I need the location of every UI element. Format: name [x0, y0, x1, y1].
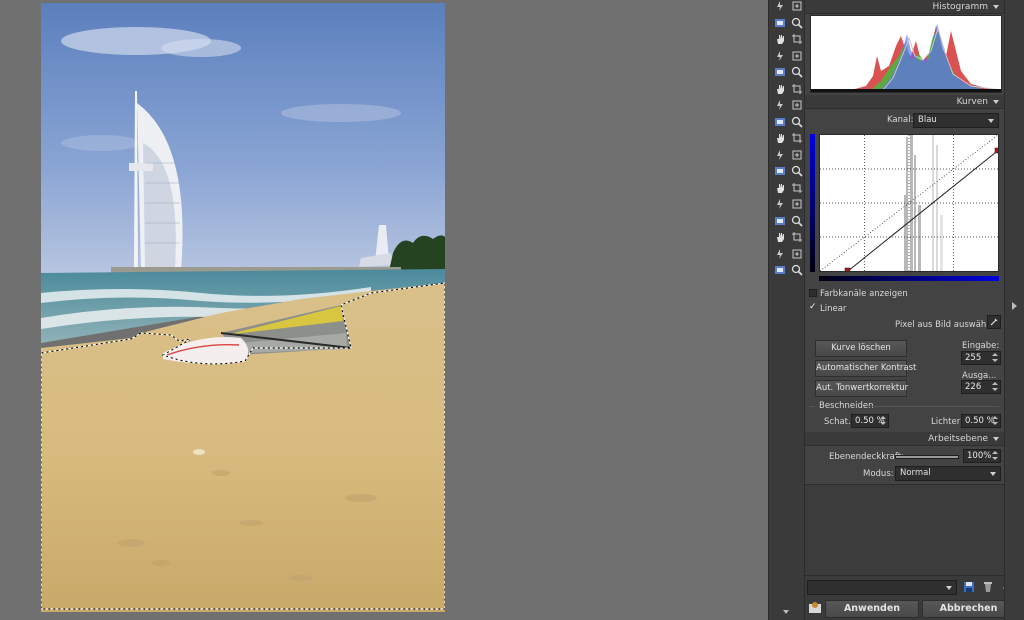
chevron-down-icon: [993, 4, 999, 9]
preset-select[interactable]: [807, 580, 957, 595]
input-label: Eingabe:: [962, 341, 1000, 351]
panel-collapse-strip[interactable]: [1004, 0, 1024, 620]
shadows-spinner[interactable]: 0.50 %: [851, 414, 889, 428]
gradient-icon[interactable]: [791, 248, 803, 260]
input-value: 255: [965, 353, 982, 363]
rotate-icon[interactable]: [791, 83, 803, 95]
opacity-value: 100%: [967, 451, 992, 461]
person-icon[interactable]: [774, 99, 786, 111]
panel-empty-area: [805, 484, 1005, 575]
histogram-title: Histogramm: [932, 2, 988, 12]
eyedropper-button[interactable]: [987, 315, 1001, 329]
smudge-icon[interactable]: [774, 149, 786, 161]
hand-icon[interactable]: [774, 33, 786, 45]
shape-icon[interactable]: [791, 231, 803, 243]
chevron-down-icon: [988, 119, 994, 123]
pen-icon[interactable]: [774, 132, 786, 144]
brush-icon[interactable]: [774, 116, 786, 128]
auto-contrast-button[interactable]: Automatischer Kontrast: [815, 360, 916, 377]
curve-line[interactable]: [847, 150, 999, 272]
straighten-icon[interactable]: [774, 50, 786, 62]
linear-check-icon[interactable]: ✓: [809, 302, 817, 312]
magnetic-lasso-icon[interactable]: [791, 182, 803, 194]
navigator-icon[interactable]: [774, 17, 786, 29]
channel-label: Kanal:: [887, 115, 914, 125]
toolbar-more-icon[interactable]: [783, 610, 789, 614]
opacity-slider[interactable]: [895, 455, 959, 459]
photo-beach-burj-al-arab[interactable]: [41, 3, 445, 612]
mask-icon[interactable]: [791, 215, 803, 227]
clear-curve-button[interactable]: Kurve löschen: [815, 340, 907, 357]
brush-select-icon[interactable]: [791, 198, 803, 210]
resize-icon[interactable]: [774, 83, 786, 95]
red-eye-icon[interactable]: [791, 99, 803, 111]
eraser-icon[interactable]: [791, 132, 803, 144]
warp-icon[interactable]: [791, 66, 803, 78]
delete-preset-icon[interactable]: [982, 581, 994, 593]
picker-icon[interactable]: [791, 264, 803, 276]
highlights-label: Lichter:: [931, 417, 963, 427]
text-icon[interactable]: [774, 231, 786, 243]
fill-icon[interactable]: [774, 264, 786, 276]
blue-gradient-horizontal: [819, 276, 999, 281]
curve-point-black[interactable]: [844, 267, 851, 274]
curves-title: Kurven: [956, 97, 988, 107]
magic-wand-icon[interactable]: [774, 182, 786, 194]
perspective-icon[interactable]: [791, 50, 803, 62]
rect-select-icon[interactable]: [791, 149, 803, 161]
blue-gradient-vertical: [810, 134, 815, 272]
mode-label: Modus:: [863, 469, 894, 479]
smart-select-icon[interactable]: [774, 198, 786, 210]
layer-header[interactable]: Arbeitsebene: [805, 432, 1005, 446]
chevron-down-icon: [946, 586, 952, 590]
zoom-icon[interactable]: [791, 17, 803, 29]
channel-value: Blau: [918, 115, 937, 125]
tools-toolbar: [768, 0, 804, 620]
highlights-spinner[interactable]: 0.50 %: [961, 414, 1001, 428]
mode-select[interactable]: Normal: [895, 466, 1001, 481]
eyedropper-icon: [990, 318, 998, 326]
apply-button[interactable]: Anwenden: [825, 600, 919, 618]
line-icon[interactable]: [774, 248, 786, 260]
shadows-label: Schat.:: [824, 417, 854, 427]
crop-icon[interactable]: [791, 33, 803, 45]
clip-title: Beschneiden: [819, 401, 874, 411]
mode-value: Normal: [900, 468, 931, 478]
histogram-view: [810, 15, 1002, 93]
chevron-down-icon: [993, 99, 999, 104]
show-channels-label: Farbkanäle anzeigen: [820, 289, 908, 299]
move-icon[interactable]: [791, 0, 803, 12]
histogram-header[interactable]: Histogramm: [805, 0, 1005, 14]
save-preset-icon[interactable]: [963, 581, 975, 593]
highlights-value: 0.50 %: [965, 416, 995, 426]
ellipse-select-icon[interactable]: [774, 165, 786, 177]
chevron-right-icon: [1012, 302, 1017, 310]
curve-point-white[interactable]: [994, 147, 1001, 154]
auto-tone-button[interactable]: Aut. Tonwertkorrektur: [815, 380, 908, 397]
linear-label: Linear: [820, 304, 847, 314]
help-icon[interactable]: [808, 601, 822, 615]
clone-icon[interactable]: [791, 116, 803, 128]
opacity-spinner[interactable]: 100%: [963, 449, 1001, 463]
opacity-slider-fill: [896, 456, 958, 458]
transform-icon[interactable]: [774, 66, 786, 78]
lightning-icon[interactable]: [774, 0, 786, 12]
lasso-icon[interactable]: [791, 165, 803, 177]
chevron-down-icon: [990, 472, 996, 476]
input-spinner[interactable]: 255: [961, 351, 1001, 365]
opacity-label: Ebenendeckkraft:: [829, 452, 904, 462]
output-spinner[interactable]: 226: [961, 380, 1001, 394]
curves-header[interactable]: Kurven: [805, 95, 1005, 109]
output-value: 226: [965, 382, 982, 392]
image-canvas[interactable]: [0, 0, 768, 620]
adjustment-panel: Histogramm Kurven Kanal: Blau Farbkanäle…: [804, 0, 1015, 620]
channel-select[interactable]: Blau: [913, 113, 999, 128]
show-channels-checkbox[interactable]: [809, 289, 817, 297]
cancel-button[interactable]: Abbrechen: [922, 600, 1015, 618]
footer-bar: Anwenden Abbrechen: [805, 575, 1015, 620]
layer-title: Arbeitsebene: [928, 434, 988, 444]
chevron-down-icon: [993, 436, 999, 441]
layer-icon[interactable]: [774, 215, 786, 227]
curve-editor[interactable]: [819, 134, 1001, 274]
